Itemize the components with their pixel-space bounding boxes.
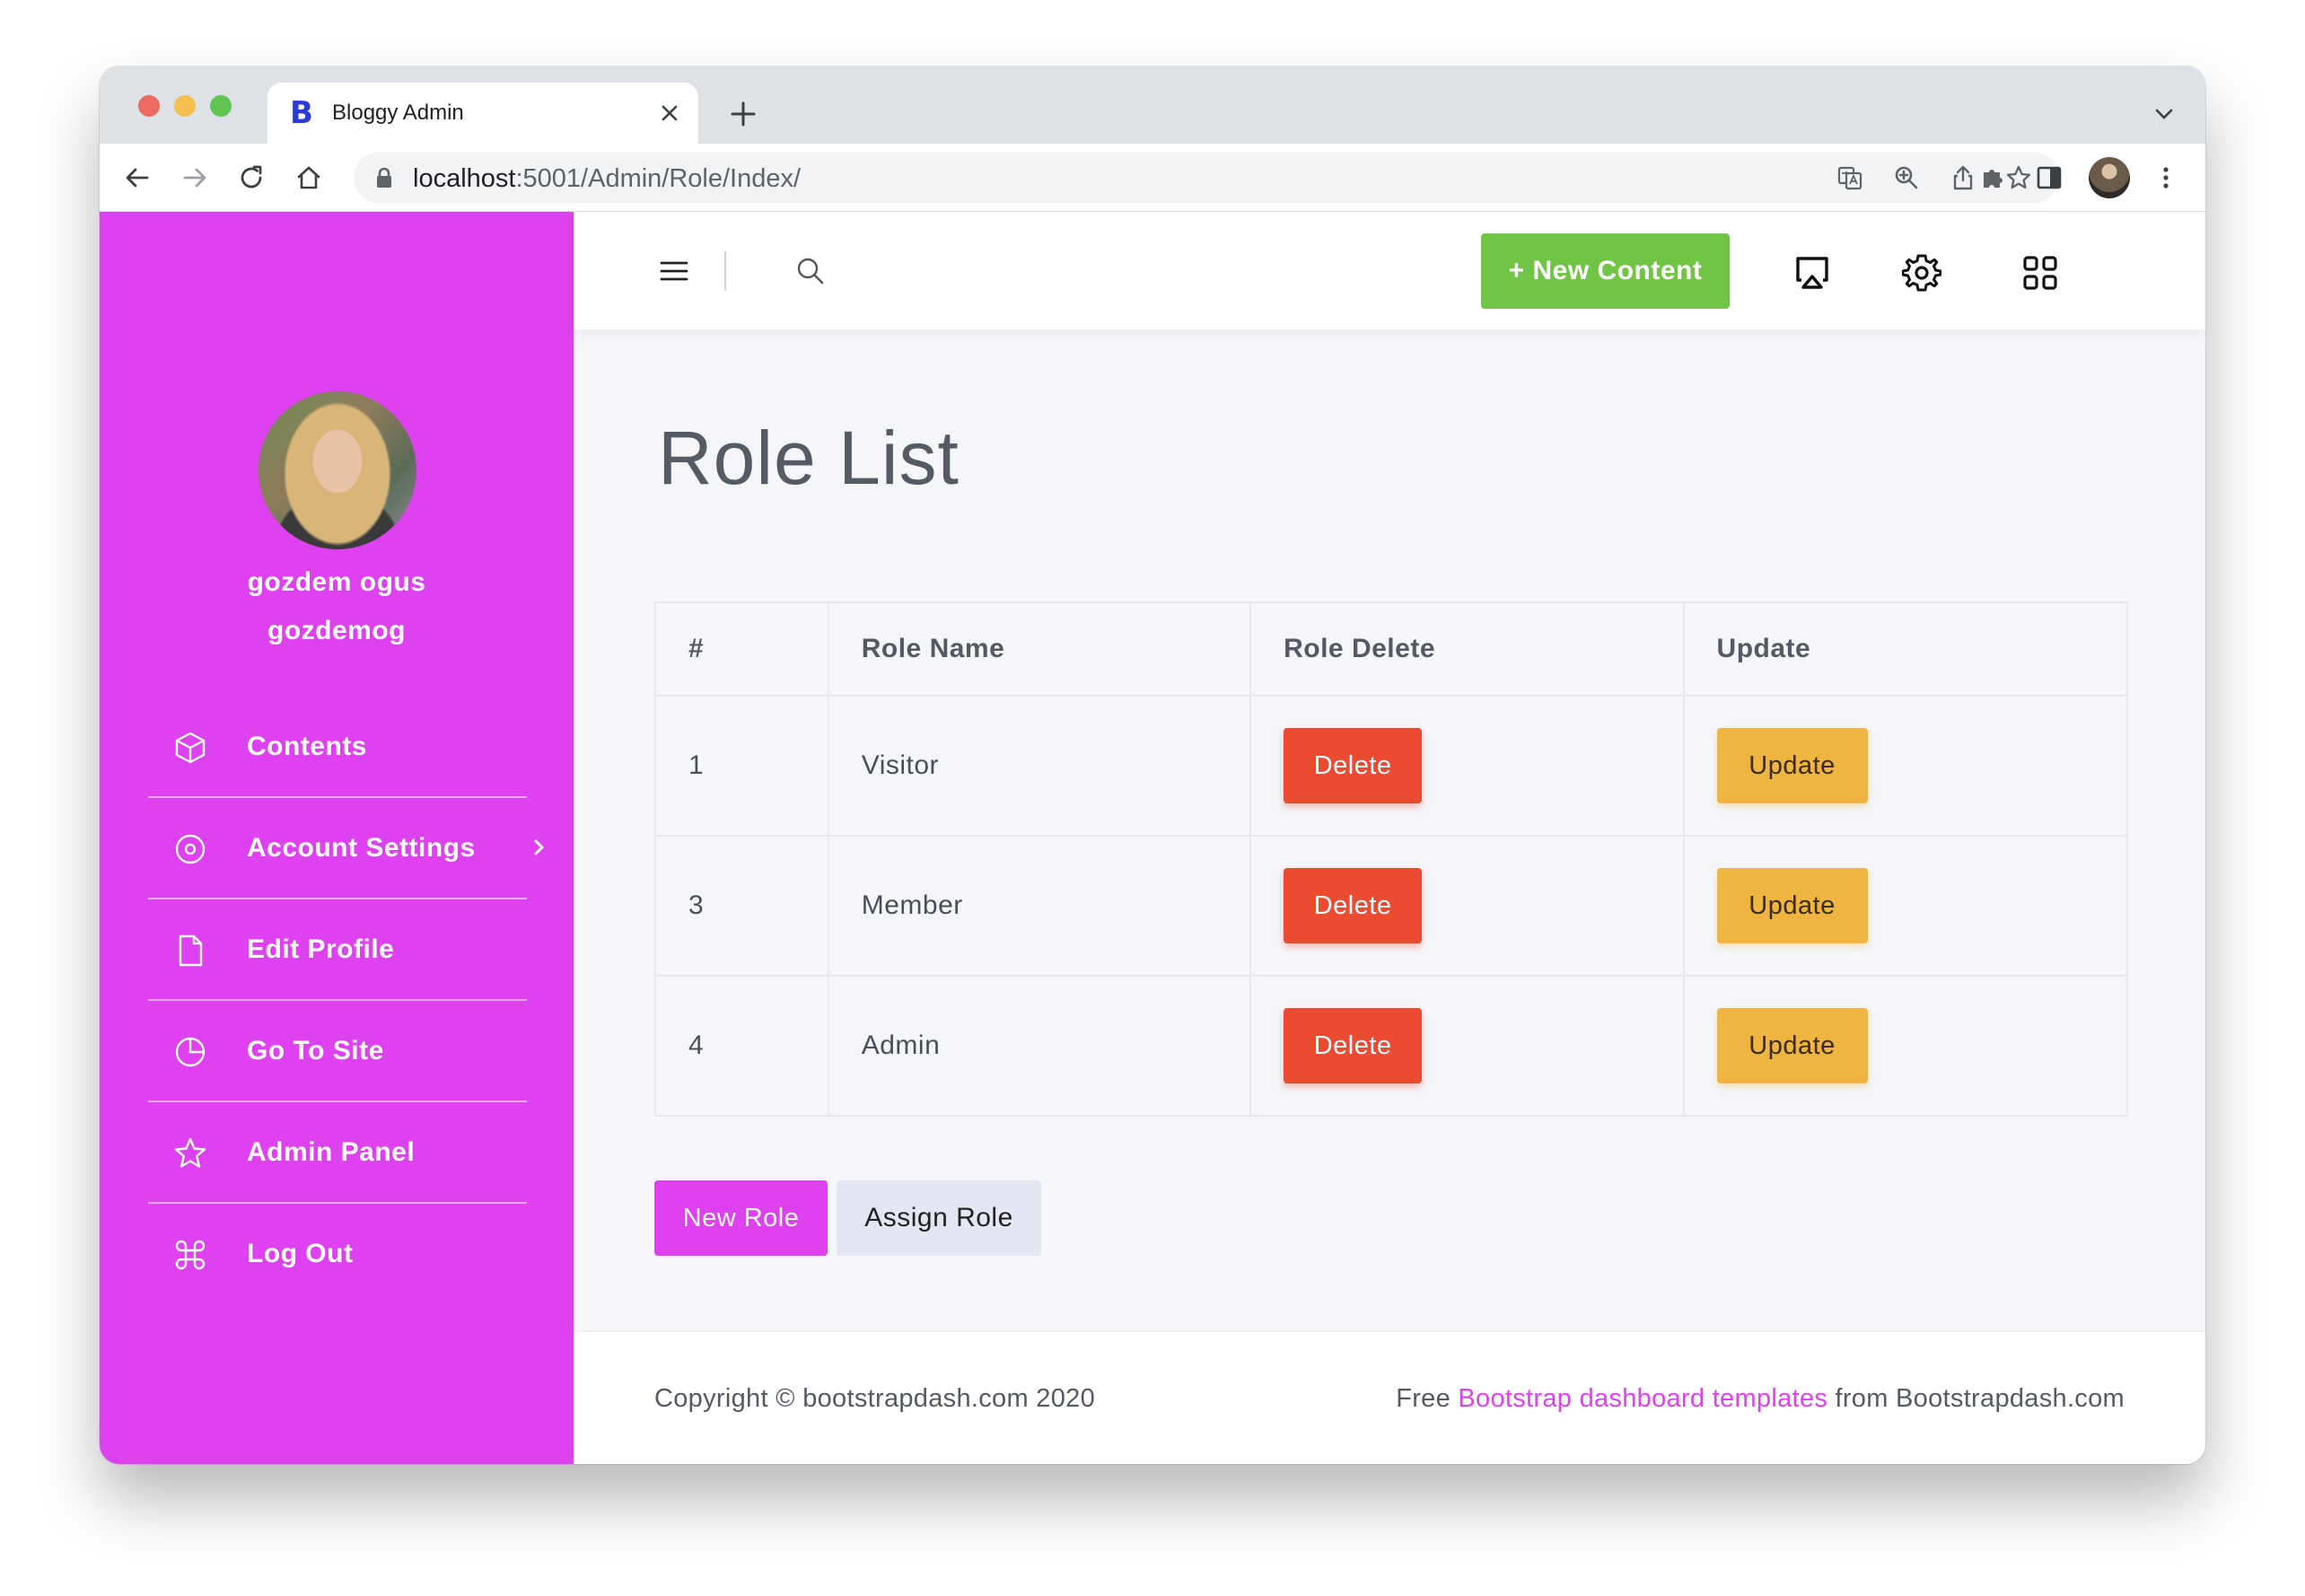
role-name: Member bbox=[827, 835, 1252, 977]
home-icon[interactable] bbox=[294, 163, 323, 192]
table-row: 1 Visitor Delete Update bbox=[654, 695, 2129, 837]
command-icon bbox=[175, 1240, 206, 1270]
sidebar-nav: Contents Account Settings Edit Profile G… bbox=[148, 697, 544, 1305]
table-row: 4 Admin Delete Update bbox=[654, 975, 2129, 1117]
more-vertical-icon[interactable] bbox=[2152, 163, 2180, 192]
user-handle: gozdemog bbox=[267, 616, 406, 645]
top-navbar: + New Content bbox=[574, 212, 2205, 329]
role-name: Visitor bbox=[827, 695, 1252, 837]
bloggy-favicon-icon: B bbox=[290, 95, 313, 131]
hamburger-menu-icon[interactable] bbox=[660, 259, 688, 283]
back-arrow-icon[interactable] bbox=[123, 163, 152, 192]
sidebar-item-label: Edit Profile bbox=[247, 934, 395, 964]
share-icon[interactable] bbox=[1950, 164, 1976, 191]
page-title: Role List bbox=[658, 416, 960, 500]
update-role-button[interactable]: Update bbox=[1716, 728, 1868, 803]
sidebar-item-label: Go To Site bbox=[247, 1036, 384, 1065]
tab-title: Bloggy Admin bbox=[332, 101, 464, 125]
side-panel-icon[interactable] bbox=[2035, 163, 2064, 192]
tab-search-chevron-icon[interactable] bbox=[2153, 106, 2175, 122]
assign-role-button[interactable]: Assign Role bbox=[837, 1180, 1041, 1256]
sidebar: gozdem ogus gozdemog Contents Account Se… bbox=[100, 212, 574, 1464]
zoom-icon[interactable] bbox=[1893, 164, 1920, 191]
delete-role-button[interactable]: Delete bbox=[1284, 868, 1423, 943]
sidebar-item-account-settings[interactable]: Account Settings bbox=[148, 798, 544, 899]
browser-tab[interactable]: B Bloggy Admin bbox=[267, 83, 698, 144]
url-text[interactable]: localhost:5001/Admin/Role/Index/ bbox=[413, 164, 801, 194]
sidebar-item-log-out[interactable]: Log Out bbox=[148, 1204, 527, 1305]
table-row: 3 Member Delete Update bbox=[654, 835, 2129, 977]
tab-close-icon[interactable] bbox=[657, 101, 682, 126]
airplay-icon[interactable] bbox=[1792, 253, 1832, 293]
grid-apps-icon[interactable] bbox=[2020, 253, 2060, 293]
profile-avatar bbox=[259, 391, 416, 549]
table-header-row: # Role Name Role Delete Update bbox=[654, 601, 2129, 697]
file-icon bbox=[179, 934, 203, 967]
column-header-id: # bbox=[654, 601, 829, 697]
cube-icon bbox=[175, 732, 206, 764]
sidebar-item-admin-panel[interactable]: Admin Panel bbox=[148, 1102, 527, 1204]
tab-bar: B Bloggy Admin bbox=[100, 66, 2205, 144]
browser-profile-avatar[interactable] bbox=[2089, 157, 2130, 198]
user-name: gozdem ogus bbox=[247, 567, 426, 597]
copyright-text: Copyright © bootstrapdash.com 2020 bbox=[654, 1384, 1096, 1413]
search-icon[interactable] bbox=[796, 257, 825, 285]
bookmark-star-icon[interactable] bbox=[2005, 164, 2032, 191]
column-header-update: Update bbox=[1682, 601, 2129, 697]
new-role-button[interactable]: New Role bbox=[654, 1180, 828, 1256]
delete-role-button[interactable]: Delete bbox=[1284, 1008, 1423, 1083]
role-id: 1 bbox=[654, 695, 829, 837]
star-icon bbox=[174, 1137, 206, 1168]
address-bar[interactable]: localhost:5001/Admin/Role/Index/ bbox=[354, 153, 2059, 203]
role-table: # Role Name Role Delete Update 1 Visitor… bbox=[654, 601, 2129, 1117]
forward-arrow-icon[interactable] bbox=[180, 163, 209, 192]
chevron-right-icon bbox=[534, 839, 544, 855]
web-page: gozdem ogus gozdemog Contents Account Se… bbox=[100, 212, 2205, 1464]
new-tab-plus-icon[interactable] bbox=[728, 99, 758, 129]
footer-credit: Free Bootstrap dashboard templates from … bbox=[1396, 1384, 2125, 1413]
sidebar-item-label: Contents bbox=[247, 732, 367, 761]
navbar-divider bbox=[724, 251, 726, 291]
update-role-button[interactable]: Update bbox=[1716, 868, 1868, 943]
sidebar-item-go-to-site[interactable]: Go To Site bbox=[148, 1001, 527, 1102]
pie-chart-icon bbox=[175, 1037, 206, 1067]
column-header-role-delete: Role Delete bbox=[1249, 601, 1685, 697]
role-id: 3 bbox=[654, 835, 829, 977]
sidebar-item-label: Log Out bbox=[247, 1239, 354, 1268]
gear-icon[interactable] bbox=[1902, 253, 1941, 293]
bootstrap-templates-link[interactable]: Bootstrap dashboard templates bbox=[1458, 1384, 1827, 1413]
extensions-puzzle-icon[interactable] bbox=[1978, 163, 2007, 192]
close-window-button[interactable] bbox=[138, 95, 160, 117]
sidebar-item-label: Account Settings bbox=[247, 833, 476, 863]
column-header-role-name: Role Name bbox=[827, 601, 1252, 697]
footer: Copyright © bootstrapdash.com 2020 Free … bbox=[574, 1331, 2205, 1464]
reload-icon[interactable] bbox=[237, 163, 266, 192]
role-id: 4 bbox=[654, 975, 829, 1117]
lock-icon[interactable] bbox=[375, 167, 393, 189]
delete-role-button[interactable]: Delete bbox=[1284, 728, 1423, 803]
browser-toolbar: localhost:5001/Admin/Role/Index/ bbox=[100, 144, 2205, 212]
update-role-button[interactable]: Update bbox=[1716, 1008, 1868, 1083]
sidebar-item-contents[interactable]: Contents bbox=[148, 697, 527, 798]
minimize-window-button[interactable] bbox=[174, 95, 196, 117]
browser-window: B Bloggy Admin localhost:5001/Admin/Role… bbox=[100, 66, 2205, 1464]
new-content-button[interactable]: + New Content bbox=[1481, 233, 1730, 309]
sidebar-item-edit-profile[interactable]: Edit Profile bbox=[148, 899, 527, 1001]
maximize-window-button[interactable] bbox=[210, 95, 232, 117]
role-name: Admin bbox=[827, 975, 1252, 1117]
target-icon bbox=[175, 834, 206, 864]
sidebar-item-label: Admin Panel bbox=[247, 1137, 416, 1167]
translate-icon[interactable] bbox=[1836, 164, 1863, 191]
